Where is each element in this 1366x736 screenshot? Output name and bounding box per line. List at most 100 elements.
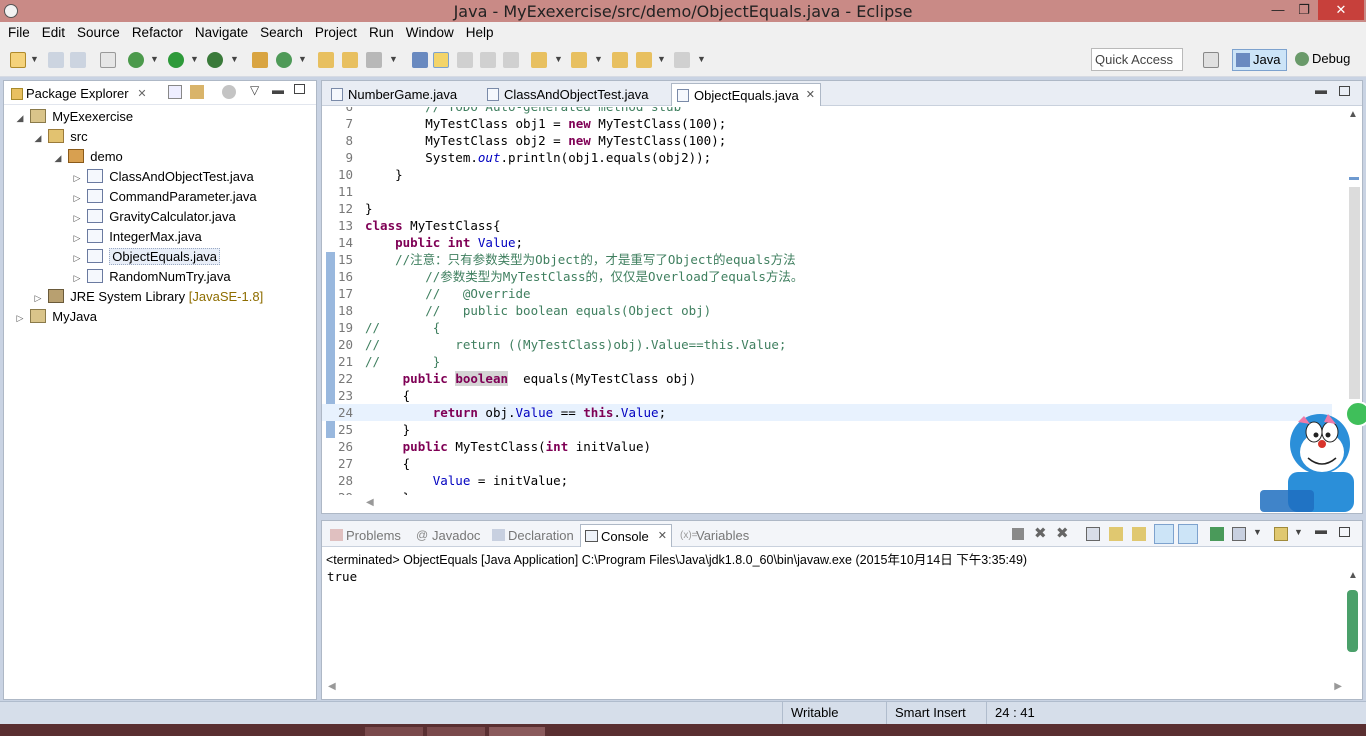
scroll-lock-icon[interactable] [1109,527,1123,541]
scroll-up-icon[interactable]: ▲ [1348,570,1358,581]
show-on-stdout-icon[interactable] [1154,524,1174,544]
tree-item-classandobjecttest[interactable]: ▷ ClassAndObjectTest.java [71,167,254,187]
tree-item-integermax[interactable]: ▷ IntegerMax.java [71,227,202,247]
toggle-mark-occurrences-icon[interactable] [412,52,428,68]
console-vertical-scrollbar[interactable]: ▲ [1344,568,1362,680]
code-line[interactable]: 14 public int Value; [322,234,1332,251]
scroll-left-icon[interactable]: ◀ [328,681,336,692]
collapsed-arrow-icon[interactable]: ▷ [14,308,26,328]
show-whitespace-icon[interactable] [480,52,496,68]
code-line[interactable]: 16 //参数类型为MyTestClass的，仅仅是Overload了equal… [322,268,1332,285]
maximize-editor-icon[interactable] [1339,86,1350,96]
tab-objectequals[interactable]: ObjectEquals.java ✕ [671,83,821,106]
display-selected-console-icon[interactable] [1232,527,1246,541]
tab-classandobjecttest[interactable]: ClassAndObjectTest.java [482,83,668,106]
scroll-right-icon[interactable]: ▶ [1334,681,1342,692]
code-line[interactable]: 21 // } [322,353,1332,370]
editor-horizontal-scrollbar[interactable]: ◀ [322,495,1362,513]
open-console-dropdown-icon[interactable]: ▼ [1294,527,1303,537]
link-with-editor-icon[interactable] [190,85,204,99]
code-line[interactable]: 28 Value = initValue; [322,472,1332,489]
tree-item-commandparameter[interactable]: ▷ CommandParameter.java [71,187,257,207]
code-editor[interactable]: 6 // TODO Auto-generated method stub7 My… [322,107,1362,495]
debug-icon[interactable] [128,52,144,68]
save-all-icon[interactable] [70,52,86,68]
new-dropdown-icon[interactable]: ▼ [30,54,39,64]
tab-numbergame[interactable]: NumberGame.java [326,83,476,106]
open-type-icon[interactable] [318,52,334,68]
external-tools-icon[interactable] [207,52,223,68]
expanded-arrow-icon[interactable]: ◢ [52,148,64,168]
run-dropdown-icon[interactable]: ▼ [190,54,199,64]
code-line[interactable]: 12} [322,200,1332,217]
tab-declaration[interactable]: Declaration [488,524,578,547]
search-dropdown-icon[interactable]: ▼ [389,54,398,64]
scroll-left-icon[interactable]: ◀ [366,497,374,508]
open-console-icon[interactable] [1274,527,1288,541]
code-line[interactable]: 18 // public boolean equals(Object obj) [322,302,1332,319]
last-edit-location-icon[interactable] [612,52,628,68]
menu-project[interactable]: Project [309,22,363,43]
collapse-all-icon[interactable] [168,85,182,99]
view-menu-icon[interactable]: ▽ [250,83,259,97]
menu-file[interactable]: File [2,22,36,43]
code-line[interactable]: 17 // @Override [322,285,1332,302]
open-perspective-icon[interactable] [1203,52,1219,68]
clear-console-icon[interactable] [1086,527,1100,541]
tree-item-myexexercise[interactable]: ◢ MyExexercise [14,107,133,127]
toggle-highlight-icon[interactable] [433,52,449,68]
code-line[interactable]: 13 class MyTestClass{ [322,217,1332,234]
menu-navigate[interactable]: Navigate [189,22,254,43]
minimize-console-icon[interactable]: ▬ [1315,523,1327,537]
tab-problems[interactable]: Problems [326,524,410,547]
console-scroll-thumb[interactable] [1347,590,1358,652]
word-wrap-icon[interactable] [1132,527,1146,541]
previous-annotation-icon[interactable] [571,52,587,68]
menu-refactor[interactable]: Refactor [126,22,189,43]
terminate-icon[interactable] [1012,528,1024,540]
remove-all-terminated-icon[interactable]: ✖ [1056,524,1069,542]
code-line[interactable]: 26 public MyTestClass(int initValue) [322,438,1332,455]
console-horizontal-scrollbar[interactable]: ◀ ▶ [322,679,1362,697]
taskbar-item[interactable] [365,727,423,736]
maximize-button[interactable]: ❐ [1291,0,1317,20]
new-java-package-icon[interactable] [252,52,268,68]
close-tab-icon[interactable]: ✕ [658,525,667,548]
previous-annotation-dropdown-icon[interactable]: ▼ [594,54,603,64]
code-line[interactable]: 25 } [322,421,1332,438]
tab-variables[interactable]: (x)= Variables [676,524,756,547]
collapsed-arrow-icon[interactable]: ▷ [71,168,83,188]
code-line[interactable]: 27 { [322,455,1332,472]
code-line[interactable]: 9 System.out.println(obj1.equals(obj2)); [322,149,1332,166]
display-console-dropdown-icon[interactable]: ▼ [1253,527,1262,537]
collapsed-arrow-icon[interactable]: ▷ [71,248,83,268]
pin-console-icon[interactable] [1210,527,1224,541]
tree-item-jre-system-library[interactable]: ▷ JRE System Library [JavaSE-1.8] [32,287,263,307]
tree-item-objectequals[interactable]: ▷ ObjectEquals.java [71,247,221,268]
tree-item-randomnumtry[interactable]: ▷ RandomNumTry.java [71,267,231,287]
maximize-view-icon[interactable] [294,84,305,94]
menu-search[interactable]: Search [254,22,309,43]
save-icon[interactable] [48,52,64,68]
maximize-console-icon[interactable] [1339,527,1350,537]
java-perspective-button[interactable]: Java [1232,49,1287,71]
scroll-thumb[interactable] [1349,187,1360,399]
collapsed-arrow-icon[interactable]: ▷ [71,268,83,288]
collapsed-arrow-icon[interactable]: ▷ [32,288,44,308]
menu-window[interactable]: Window [400,22,460,43]
tree-item-myjava[interactable]: ▷ MyJava [14,307,97,327]
show-whitespace-characters-icon[interactable] [503,52,519,68]
debug-perspective-button[interactable]: Debug [1292,49,1362,71]
quick-access-input[interactable]: Quick Access [1091,48,1183,71]
close-tab-icon[interactable]: ✕ [806,84,815,107]
code-line[interactable]: 8 MyTestClass obj2 = new MyTestClass(100… [322,132,1332,149]
scroll-up-icon[interactable]: ▲ [1348,109,1358,120]
external-tools-dropdown-icon[interactable]: ▼ [230,54,239,64]
tab-javadoc[interactable]: @ Javadoc [412,524,492,547]
run-icon[interactable] [168,52,184,68]
minimize-editor-icon[interactable]: ▬ [1315,83,1327,97]
menu-run[interactable]: Run [363,22,400,43]
forward-dropdown-icon[interactable]: ▼ [697,54,706,64]
toggle-block-selection-icon[interactable] [457,52,473,68]
code-line[interactable]: 23 { [322,387,1332,404]
